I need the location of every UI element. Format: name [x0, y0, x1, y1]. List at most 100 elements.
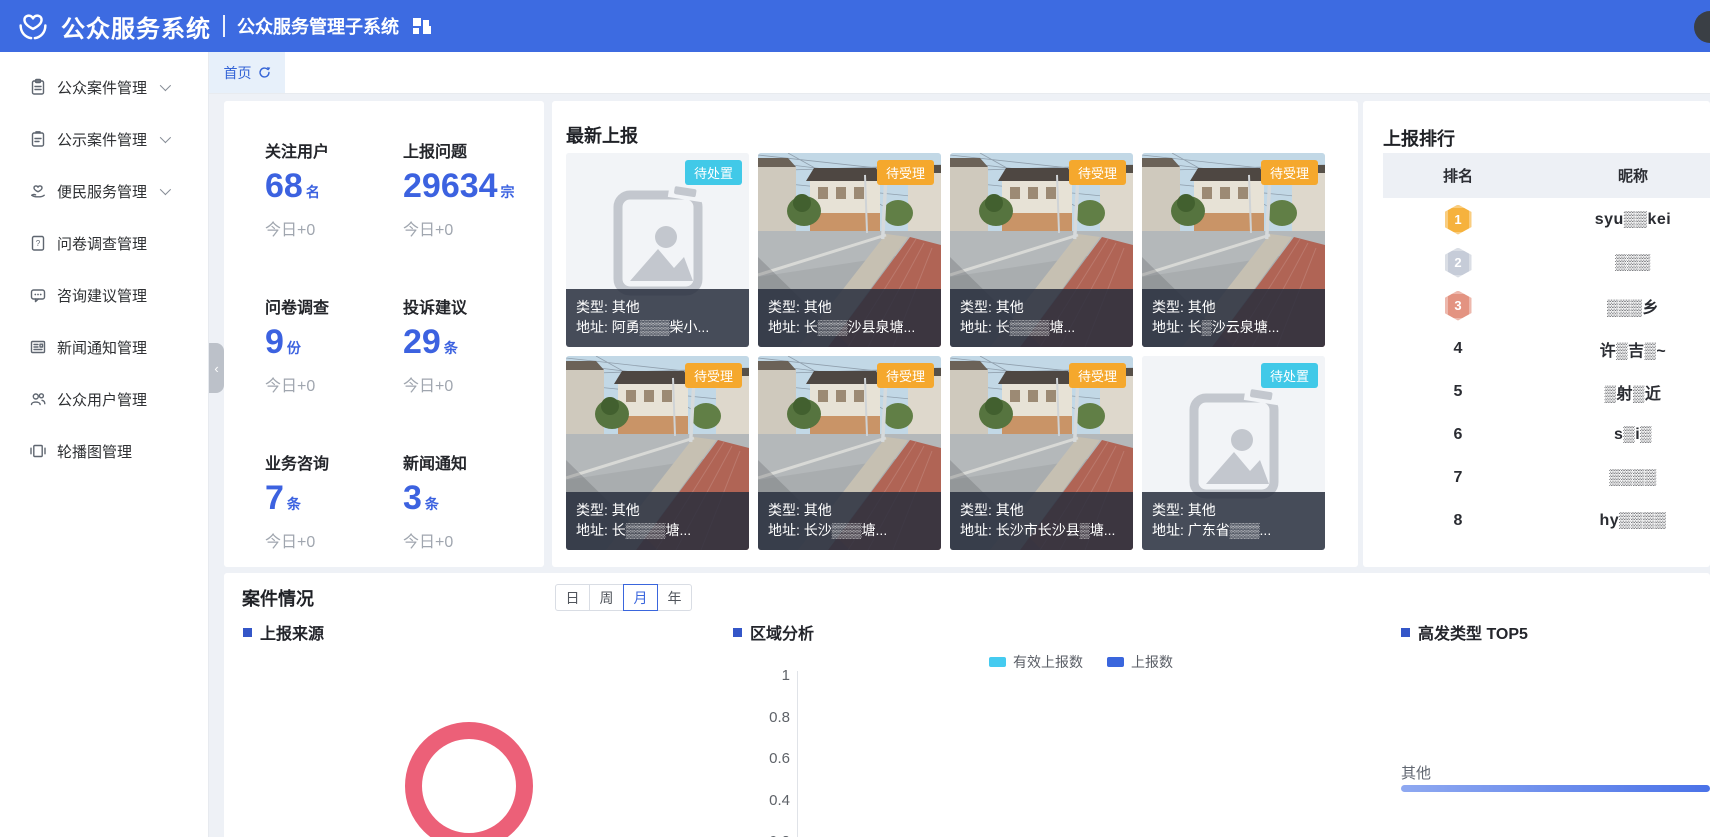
nickname-cell: ▒射▒近 [1533, 380, 1710, 404]
top5-category-label: 其他 [1401, 762, 1431, 783]
bullet-icon [1401, 628, 1410, 637]
rank-cell: 2 [1383, 248, 1533, 278]
status-badge: 待处置 [1261, 363, 1318, 388]
legend-item[interactable]: 有效上报数 [989, 652, 1083, 672]
tab-home[interactable]: 首页 [209, 52, 285, 93]
stat-today-delta: 今日+0 [265, 528, 403, 552]
menu-item-label: 问卷调查管理 [57, 233, 147, 254]
ranking-row[interactable]: 7 ▒▒▒▒ [1383, 456, 1710, 499]
ranking-row[interactable]: 1 syu▒▒kei [1383, 198, 1710, 241]
refresh-icon[interactable] [258, 66, 271, 79]
report-card[interactable]: 待受理 类型: 其他 地址: 长▒▒▒▒塘... [950, 153, 1133, 347]
stat-today-delta: 今日+0 [403, 216, 544, 240]
report-card[interactable]: 待受理 类型: 其他 地址: 长▒▒▒▒塘... [566, 356, 749, 550]
app-sub-title: 公众服务管理子系统 [237, 13, 399, 39]
report-card-info: 类型: 其他 地址: 阿勇▒▒▒柴小... [566, 289, 749, 347]
report-card[interactable]: 待受理 类型: 其他 地址: 长▒沙云泉塘... [1142, 153, 1325, 347]
status-badge: 待受理 [685, 363, 742, 388]
region-chart-y-axis [797, 671, 798, 837]
chart-region-analysis-title: 区域分析 [733, 620, 814, 644]
sidebar-menu-item[interactable]: 轮播图管理 [0, 425, 208, 477]
report-card-info: 类型: 其他 地址: 长沙市长沙县▒塘... [950, 492, 1133, 550]
menu-item-icon [29, 442, 47, 460]
menu-item-label: 公众用户管理 [57, 389, 147, 410]
report-card[interactable]: 待处置 类型: 其他 地址: 广东省▒▒▒... [1142, 356, 1325, 550]
sidebar-menu-item[interactable]: 新闻通知管理 [0, 321, 208, 373]
avatar[interactable] [1694, 11, 1710, 43]
report-card[interactable]: 待处置 类型: 其他 地址: 阿勇▒▒▒柴小... [566, 153, 749, 347]
menu-item-icon [29, 78, 47, 96]
title-divider [223, 15, 225, 37]
sidebar-menu-item[interactable]: 问卷调查管理 [0, 217, 208, 269]
report-card[interactable]: 待受理 类型: 其他 地址: 长▒▒▒沙县泉塘... [758, 153, 941, 347]
medal-gold-icon: 1 [1445, 205, 1472, 235]
menu-item-icon [29, 286, 47, 304]
status-badge: 待受理 [1069, 363, 1126, 388]
cases-title: 案件情况 [242, 585, 314, 611]
ranking-row[interactable]: 2 ▒▒▒ [1383, 241, 1710, 284]
sidebar-menu-item[interactable]: 咨询建议管理 [0, 269, 208, 321]
ranking-col-nickname: 昵称 [1533, 165, 1710, 186]
sidebar-collapse-handle[interactable]: ‹ [209, 343, 224, 393]
period-toggle: 日周月年 [555, 584, 692, 611]
menu-item-label: 轮播图管理 [57, 441, 132, 462]
stat-value: 68名 [265, 167, 403, 211]
period-button[interactable]: 周 [589, 584, 624, 611]
chevron-down-icon [160, 184, 171, 195]
menu-item-label: 公众案件管理 [57, 77, 147, 98]
sidebar: 公众案件管理 公示案件管理 便民服务管理 问卷调查管理 咨询建议管理 新闻通知管… [0, 52, 209, 837]
menu-item-label: 新闻通知管理 [57, 337, 147, 358]
stat-card: 新闻通知 3条 今日+0 [403, 450, 544, 552]
ranking-row[interactable]: 8 hy▒▒▒▒ [1383, 499, 1710, 542]
ranking-row[interactable]: 6 s▒i▒ [1383, 413, 1710, 456]
stat-card: 上报问题 29634宗 今日+0 [403, 138, 544, 240]
menu-item-label: 公示案件管理 [57, 129, 147, 150]
status-badge: 待受理 [1069, 160, 1126, 185]
apps-grid-icon[interactable] [413, 18, 430, 35]
ranking-row[interactable]: 5 ▒射▒近 [1383, 370, 1710, 413]
legend-swatch-icon [1107, 657, 1124, 667]
rank-cell: 8 [1383, 512, 1533, 530]
ranking-panel: 上报排行 排名 昵称 1 syu▒▒kei 2 ▒▒▒ 3 ▒▒▒乡 4 许▒吉… [1363, 101, 1710, 567]
sidebar-menu-item[interactable]: 公众案件管理 [0, 61, 208, 113]
report-source-donut-chart [405, 722, 533, 837]
report-card-info: 类型: 其他 地址: 长▒▒▒▒塘... [566, 492, 749, 550]
nickname-cell: hy▒▒▒▒ [1533, 512, 1710, 530]
stat-label: 新闻通知 [403, 450, 544, 474]
nickname-cell: ▒▒▒ [1533, 254, 1710, 272]
ranking-title: 上报排行 [1383, 125, 1455, 151]
rank-cell: 4 [1383, 340, 1533, 358]
stat-value: 29条 [403, 323, 544, 367]
tab-home-label: 首页 [224, 63, 252, 83]
sidebar-menu-item[interactable]: 公众用户管理 [0, 373, 208, 425]
chevron-down-icon [160, 132, 171, 143]
stat-label: 上报问题 [403, 138, 544, 162]
report-card-info: 类型: 其他 地址: 广东省▒▒▒... [1142, 492, 1325, 550]
cases-panel: 案件情况 日周月年 上报来源 区域分析 有效上报数上报数 10.80.60.40… [224, 573, 1710, 837]
stat-card: 业务咨询 7条 今日+0 [265, 450, 403, 552]
nickname-cell: ▒▒▒▒ [1533, 469, 1710, 487]
rank-cell: 3 [1383, 291, 1533, 321]
legend-item[interactable]: 上报数 [1107, 652, 1173, 672]
ranking-row[interactable]: 3 ▒▒▒乡 [1383, 284, 1710, 327]
status-badge: 待处置 [685, 160, 742, 185]
stat-value: 3条 [403, 479, 544, 523]
stat-today-delta: 今日+0 [403, 528, 544, 552]
sidebar-menu-item[interactable]: 公示案件管理 [0, 113, 208, 165]
report-card-info: 类型: 其他 地址: 长▒▒▒沙县泉塘... [758, 289, 941, 347]
chart-top-types-title: 高发类型 TOP5 [1401, 620, 1528, 644]
period-button[interactable]: 月 [623, 584, 658, 611]
stat-label: 业务咨询 [265, 450, 403, 474]
period-button[interactable]: 日 [555, 584, 590, 611]
stat-value: 7条 [265, 479, 403, 523]
stat-today-delta: 今日+0 [265, 216, 403, 240]
y-tick-label: 0.4 [748, 792, 790, 809]
ranking-table-body: 1 syu▒▒kei 2 ▒▒▒ 3 ▒▒▒乡 4 许▒吉▒~ 5 ▒射▒近 6… [1383, 198, 1710, 542]
stat-label: 问卷调查 [265, 294, 403, 318]
report-card[interactable]: 待受理 类型: 其他 地址: 长沙市长沙县▒塘... [950, 356, 1133, 550]
rank-cell: 7 [1383, 469, 1533, 487]
ranking-row[interactable]: 4 许▒吉▒~ [1383, 327, 1710, 370]
sidebar-menu-item[interactable]: 便民服务管理 [0, 165, 208, 217]
report-card[interactable]: 待受理 类型: 其他 地址: 长沙▒▒▒塘... [758, 356, 941, 550]
period-button[interactable]: 年 [657, 584, 692, 611]
